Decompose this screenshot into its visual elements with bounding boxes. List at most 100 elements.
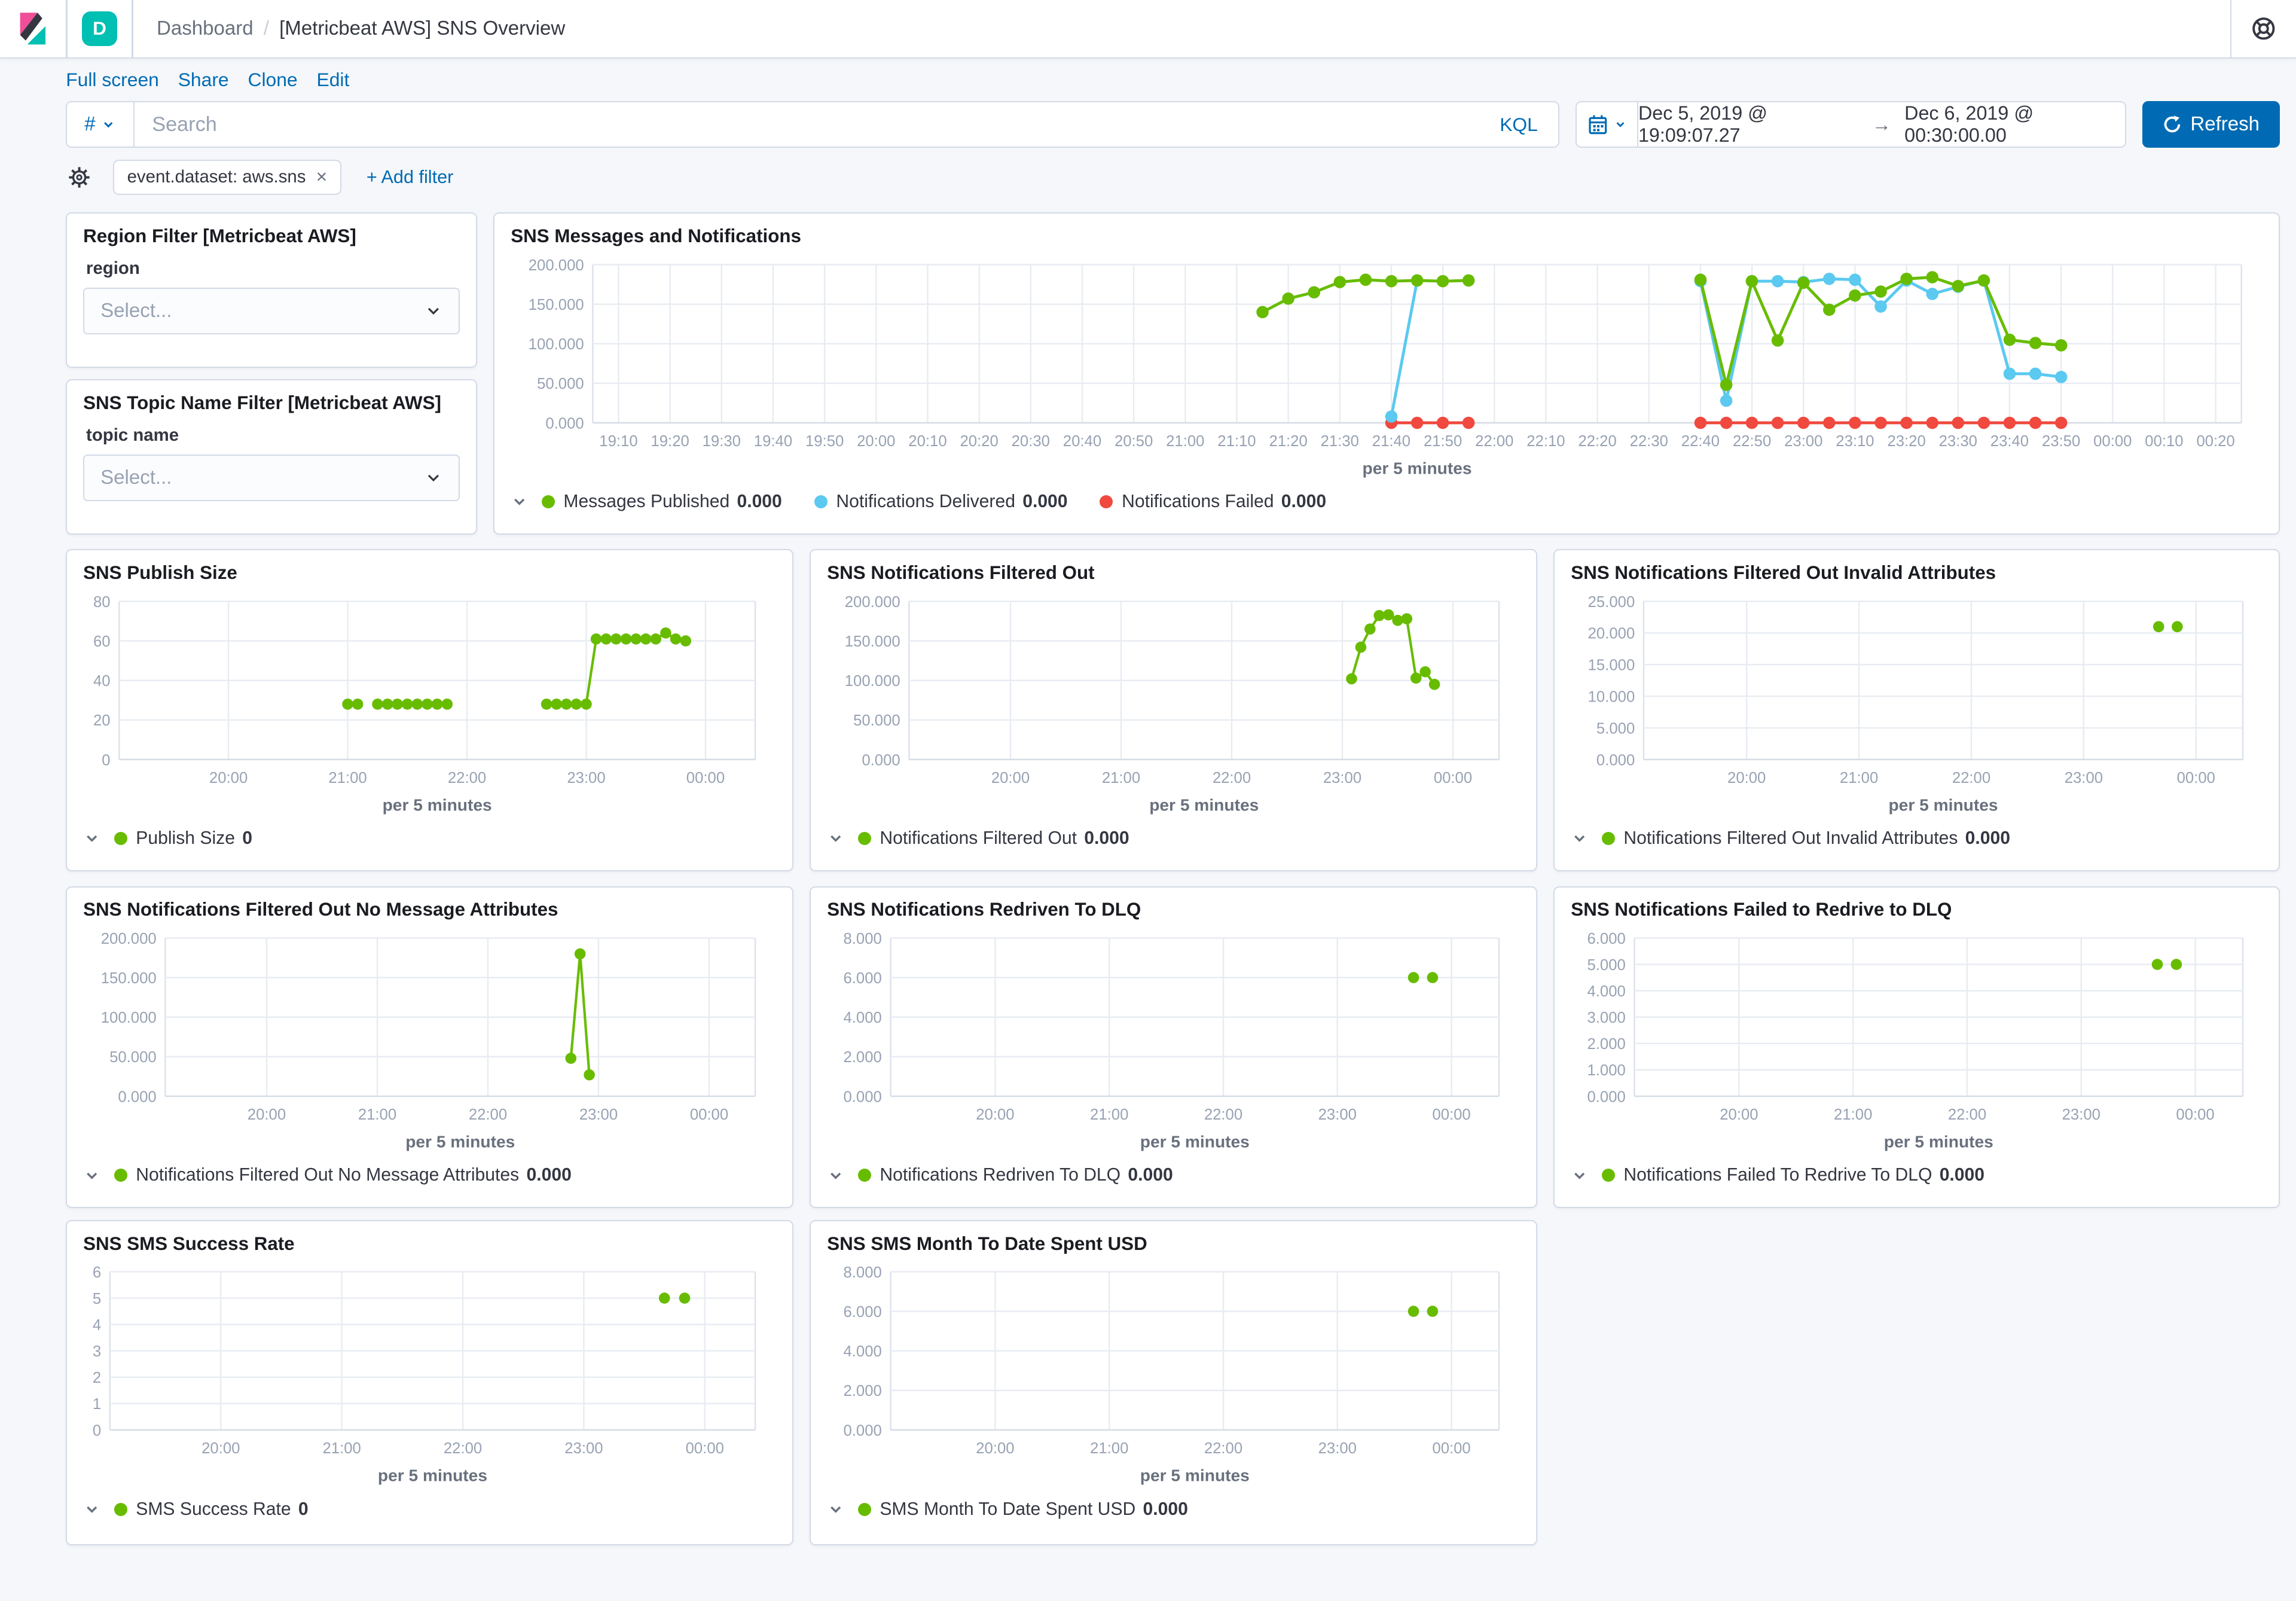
dashboard-content: Full screen Share Clone Edit # KQL — [0, 59, 2296, 1601]
legend-item[interactable]: Notifications Filtered Out No Message At… — [114, 1165, 572, 1185]
legend-chevron-down-icon[interactable] — [83, 1167, 100, 1184]
legend-label: Messages Published — [563, 492, 729, 512]
panel-title: Region Filter [Metricbeat AWS] — [83, 225, 460, 247]
legend-chevron-down-icon[interactable] — [1571, 1167, 1588, 1184]
kibana-logo[interactable] — [0, 10, 66, 48]
legend-item[interactable]: Notifications Redriven To DLQ0.000 — [858, 1165, 1173, 1185]
series-dot-icon — [858, 832, 871, 845]
legend-item[interactable]: SMS Success Rate0 — [114, 1499, 309, 1520]
chart-sns-notifications-failed-to-redrive-to-dlq: 20:0021:0022:0023:0000:000.0001.0002.000… — [1571, 923, 2263, 1158]
chevron-down-icon — [101, 117, 115, 132]
legend-value: 0.000 — [1022, 492, 1067, 512]
share-link[interactable]: Share — [178, 69, 229, 91]
help-button[interactable] — [2231, 16, 2296, 41]
panel-title: SNS Notifications Failed to Redrive to D… — [1571, 899, 2263, 920]
legend-chevron-down-icon[interactable] — [827, 830, 844, 847]
kql-language-button[interactable]: KQL — [1479, 114, 1558, 136]
legend-item[interactable]: Notifications Failed To Redrive To DLQ0.… — [1602, 1165, 1984, 1185]
topic-name-select[interactable]: Select... — [83, 455, 460, 501]
svg-text:00:00: 00:00 — [2176, 1106, 2215, 1123]
panel-sns-publish-size: SNS Publish Size 20:0021:0022:0023:0000:… — [66, 549, 793, 871]
series-dot-icon — [858, 1169, 871, 1182]
legend-chevron-down-icon[interactable] — [1571, 830, 1588, 847]
filter-options-button[interactable] — [66, 164, 92, 190]
svg-text:22:00: 22:00 — [1952, 770, 1990, 786]
svg-text:23:30: 23:30 — [1939, 433, 1977, 450]
saved-query-menu-button[interactable]: # — [67, 102, 135, 147]
refresh-button[interactable]: Refresh — [2142, 101, 2280, 148]
add-filter-link[interactable]: + Add filter — [367, 167, 453, 188]
svg-text:00:00: 00:00 — [2093, 433, 2132, 450]
svg-text:22:00: 22:00 — [1475, 433, 1513, 450]
legend-value: 0.000 — [737, 492, 781, 512]
remove-filter-icon[interactable]: × — [316, 167, 328, 187]
full-screen-link[interactable]: Full screen — [66, 69, 159, 91]
svg-text:23:00: 23:00 — [1318, 1106, 1357, 1123]
region-select[interactable]: Select... — [83, 288, 460, 334]
quick-select-menu-button[interactable] — [1577, 102, 1638, 147]
svg-text:6.000: 6.000 — [1587, 931, 1626, 947]
legend-chevron-down-icon[interactable] — [83, 1501, 100, 1518]
legend-chevron-down-icon[interactable] — [83, 830, 100, 847]
panel-topic-name-filter: SNS Topic Name Filter [Metricbeat AWS] t… — [66, 379, 477, 535]
filter-pill-label: event.dataset: aws.sns — [127, 167, 306, 187]
legend-value: 0.000 — [1143, 1499, 1187, 1520]
query-bar: # KQL — [66, 101, 2280, 148]
legend-item[interactable]: Notifications Filtered Out0.000 — [858, 828, 1129, 849]
legend-item[interactable]: Notifications Filtered Out Invalid Attri… — [1602, 828, 2010, 849]
legend-chevron-down-icon[interactable] — [827, 1167, 844, 1184]
legend-item[interactable]: Notifications Delivered 0.000 — [814, 492, 1068, 512]
chart-sns-notifications-filtered-out: 20:0021:0022:0023:0000:000.00050.000100.… — [827, 587, 1519, 821]
svg-text:22:00: 22:00 — [1948, 1106, 1986, 1123]
svg-text:20:00: 20:00 — [209, 770, 248, 786]
svg-text:19:40: 19:40 — [754, 433, 792, 450]
legend-label: Notifications Delivered — [836, 492, 1015, 512]
svg-text:2.000: 2.000 — [844, 1049, 882, 1066]
svg-text:19:50: 19:50 — [805, 433, 844, 450]
svg-text:20:00: 20:00 — [991, 770, 1030, 786]
legend-item[interactable]: Notifications Failed0.000 — [1100, 492, 1326, 512]
series-dot-icon — [1602, 832, 1615, 845]
svg-text:20:00: 20:00 — [248, 1106, 286, 1123]
refresh-icon — [2163, 115, 2182, 134]
svg-text:21:40: 21:40 — [1372, 433, 1410, 450]
svg-text:50.000: 50.000 — [853, 712, 900, 729]
svg-text:21:10: 21:10 — [1218, 433, 1256, 450]
breadcrumb-dashboard[interactable]: Dashboard — [157, 17, 254, 40]
svg-text:21:00: 21:00 — [1090, 1106, 1128, 1123]
gear-icon — [68, 166, 91, 189]
svg-text:0: 0 — [93, 1423, 101, 1440]
dashboard-grid: Region Filter [Metricbeat AWS] region Se… — [66, 212, 2280, 1548]
svg-text:23:40: 23:40 — [1990, 433, 2029, 450]
legend-item[interactable]: Messages Published 0.000 — [542, 492, 782, 512]
clone-link[interactable]: Clone — [248, 69, 297, 91]
chart-sns-notifications-filtered-out-invalid-attributes: 20:0021:0022:0023:0000:000.0005.00010.00… — [1571, 587, 2263, 821]
chart-legend: Notifications Redriven To DLQ0.000 — [827, 1161, 1520, 1190]
chart-sns-publish-size: 20:0021:0022:0023:0000:00020406080per 5 … — [83, 587, 775, 821]
legend-label: Notifications Failed To Redrive To DLQ — [1623, 1165, 1932, 1185]
legend-item[interactable]: Publish Size0 — [114, 828, 252, 849]
chart-legend: Publish Size0 — [83, 824, 776, 853]
legend-item[interactable]: SMS Month To Date Spent USD0.000 — [858, 1499, 1188, 1520]
svg-text:6: 6 — [93, 1264, 101, 1281]
svg-text:100.000: 100.000 — [845, 673, 900, 690]
svg-text:50.000: 50.000 — [109, 1049, 157, 1066]
svg-text:2: 2 — [93, 1370, 101, 1387]
legend-chevron-down-icon[interactable] — [511, 493, 528, 510]
app-header: D Dashboard / [Metricbeat AWS] SNS Overv… — [0, 0, 2296, 59]
svg-text:22:00: 22:00 — [444, 1441, 482, 1457]
panel-title: SNS SMS Month To Date Spent USD — [827, 1233, 1520, 1255]
filter-pill-event-dataset[interactable]: event.dataset: aws.sns × — [113, 160, 342, 195]
space-avatar[interactable]: D — [82, 11, 117, 47]
svg-text:100.000: 100.000 — [101, 1010, 157, 1026]
legend-chevron-down-icon[interactable] — [827, 1501, 844, 1518]
svg-text:0.000: 0.000 — [862, 752, 900, 769]
edit-link[interactable]: Edit — [316, 69, 349, 91]
chart-legend: Notifications Filtered Out0.000 — [827, 824, 1520, 853]
date-from[interactable]: Dec 5, 2019 @ 19:09:07.27 — [1638, 102, 1859, 147]
svg-text:2.000: 2.000 — [844, 1383, 882, 1400]
svg-text:2.000: 2.000 — [1587, 1036, 1626, 1053]
date-to[interactable]: Dec 6, 2019 @ 00:30:00.00 — [1904, 102, 2125, 147]
svg-text:20:50: 20:50 — [1115, 433, 1153, 450]
search-input[interactable] — [135, 113, 1479, 136]
